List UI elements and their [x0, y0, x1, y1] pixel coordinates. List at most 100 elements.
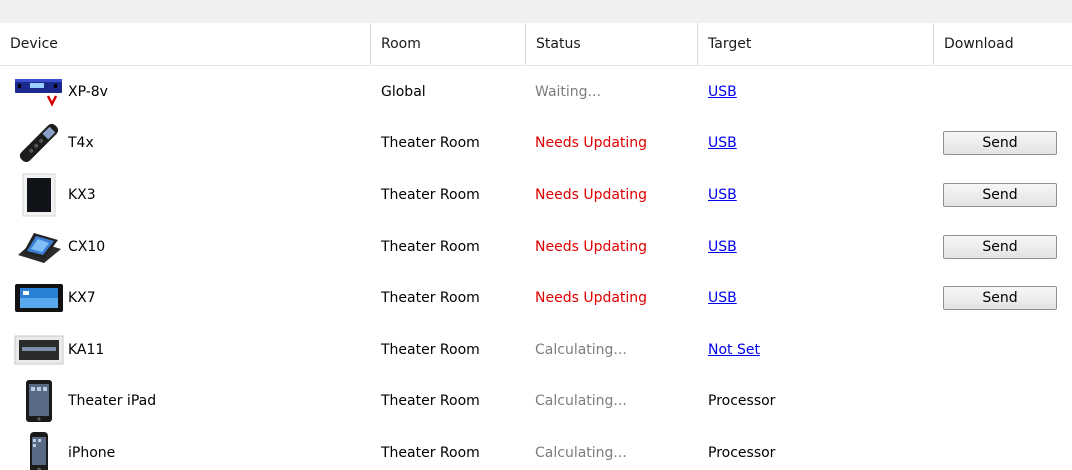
target-cell: USB: [708, 66, 933, 118]
top-toolbar-strip: [0, 0, 1072, 23]
tablet-touchscreen-icon: [14, 173, 64, 217]
column-header-room[interactable]: Room: [371, 23, 525, 65]
room-cell: Theater Room: [381, 221, 526, 273]
table-row[interactable]: Theater iPad Theater Room Calculating...…: [0, 376, 1072, 428]
download-cell: Send: [943, 221, 1072, 273]
wall-touchscreen-icon: [14, 276, 64, 320]
status-text: Calculating...: [535, 341, 627, 358]
column-header-status[interactable]: Status: [526, 23, 697, 65]
room-name: Theater Room: [381, 135, 480, 152]
room-cell: Theater Room: [381, 118, 526, 170]
download-cell: [943, 427, 1072, 470]
table-row[interactable]: iPhone Theater Room Calculating... Proce…: [0, 427, 1072, 470]
download-cell: Send: [943, 118, 1072, 170]
download-cell: Send: [943, 272, 1072, 324]
send-button[interactable]: Send: [943, 131, 1057, 156]
device-name: Theater iPad: [68, 393, 157, 410]
target-cell: USB: [708, 272, 933, 324]
status-text: Calculating...: [535, 393, 627, 410]
status-cell: Calculating...: [535, 324, 695, 376]
device-cell: T4x: [0, 118, 370, 170]
target-text: Processor: [708, 444, 776, 461]
status-text: Needs Updating: [535, 238, 648, 255]
target-link[interactable]: Not Set: [708, 342, 760, 358]
device-cell: KX7: [0, 272, 370, 324]
target-cell: USB: [708, 221, 933, 273]
target-cell: USB: [708, 169, 933, 221]
target-link[interactable]: USB: [708, 187, 737, 203]
table-row[interactable]: KX3 Theater Room Needs Updating USB Send: [0, 169, 1072, 221]
room-cell: Theater Room: [381, 427, 526, 470]
column-header-device[interactable]: Device: [0, 23, 370, 65]
status-cell: Calculating...: [535, 376, 695, 428]
room-cell: Theater Room: [381, 272, 526, 324]
room-name: Theater Room: [381, 393, 480, 410]
device-cell: KA11: [0, 324, 370, 376]
send-button[interactable]: Send: [943, 234, 1057, 259]
device-name: KX3: [68, 186, 96, 203]
download-cell: [943, 324, 1072, 376]
table-row[interactable]: XP-8v Global Waiting... USB: [0, 66, 1072, 118]
target-cell: USB: [708, 118, 933, 170]
status-text: Waiting...: [535, 83, 601, 100]
device-table-body: XP-8v Global Waiting... USB T4x Theater …: [0, 66, 1072, 470]
table-header: Device Room Status Target Download: [0, 23, 1072, 66]
download-cell: [943, 66, 1072, 118]
target-cell: Not Set: [708, 324, 933, 376]
target-cell: Processor: [708, 376, 933, 428]
status-cell: Needs Updating: [535, 272, 695, 324]
status-cell: Needs Updating: [535, 118, 695, 170]
room-cell: Theater Room: [381, 324, 526, 376]
device-cell: KX3: [0, 169, 370, 221]
status-cell: Waiting...: [535, 66, 695, 118]
status-cell: Calculating...: [535, 427, 695, 470]
status-text: Needs Updating: [535, 135, 648, 152]
device-name: XP-8v: [68, 83, 108, 100]
room-name: Theater Room: [381, 186, 480, 203]
target-link[interactable]: USB: [708, 135, 737, 151]
status-cell: Needs Updating: [535, 169, 695, 221]
room-name: Theater Room: [381, 341, 480, 358]
download-cell: [943, 376, 1072, 428]
send-button[interactable]: Send: [943, 286, 1057, 311]
download-cell: Send: [943, 169, 1072, 221]
room-cell: Theater Room: [381, 376, 526, 428]
target-link[interactable]: USB: [708, 290, 737, 306]
device-name: KX7: [68, 290, 96, 307]
room-name: Theater Room: [381, 444, 480, 461]
table-row[interactable]: KA11 Theater Room Calculating... Not Set: [0, 324, 1072, 376]
room-cell: Theater Room: [381, 169, 526, 221]
tabletop-touchscreen-icon: [14, 225, 64, 269]
device-name: T4x: [68, 135, 94, 152]
room-cell: Global: [381, 66, 526, 118]
iphone-icon: [14, 431, 64, 470]
ipad-icon: [14, 379, 64, 423]
remote-control-icon: [14, 121, 64, 165]
processor-device-icon: [14, 70, 64, 114]
status-text: Needs Updating: [535, 186, 648, 203]
room-name: Global: [381, 83, 426, 100]
table-row[interactable]: CX10 Theater Room Needs Updating USB Sen…: [0, 221, 1072, 273]
table-row[interactable]: KX7 Theater Room Needs Updating USB Send: [0, 272, 1072, 324]
device-cell: Theater iPad: [0, 376, 370, 428]
device-name: iPhone: [68, 444, 116, 461]
target-link[interactable]: USB: [708, 84, 737, 100]
status-text: Needs Updating: [535, 290, 648, 307]
room-name: Theater Room: [381, 238, 480, 255]
status-text: Calculating...: [535, 444, 627, 461]
target-text: Processor: [708, 393, 776, 410]
device-cell: XP-8v: [0, 66, 370, 118]
column-header-target[interactable]: Target: [698, 23, 933, 65]
send-button[interactable]: Send: [943, 182, 1057, 207]
table-row[interactable]: T4x Theater Room Needs Updating USB Send: [0, 118, 1072, 170]
status-cell: Needs Updating: [535, 221, 695, 273]
room-name: Theater Room: [381, 290, 480, 307]
keypad-device-icon: [14, 328, 64, 372]
device-name: CX10: [68, 238, 106, 255]
target-link[interactable]: USB: [708, 239, 737, 255]
device-cell: CX10: [0, 221, 370, 273]
device-update-window: Device Room Status Target Download XP-8v…: [0, 0, 1072, 470]
column-header-download[interactable]: Download: [934, 23, 1072, 65]
target-cell: Processor: [708, 427, 933, 470]
device-cell: iPhone: [0, 427, 370, 470]
